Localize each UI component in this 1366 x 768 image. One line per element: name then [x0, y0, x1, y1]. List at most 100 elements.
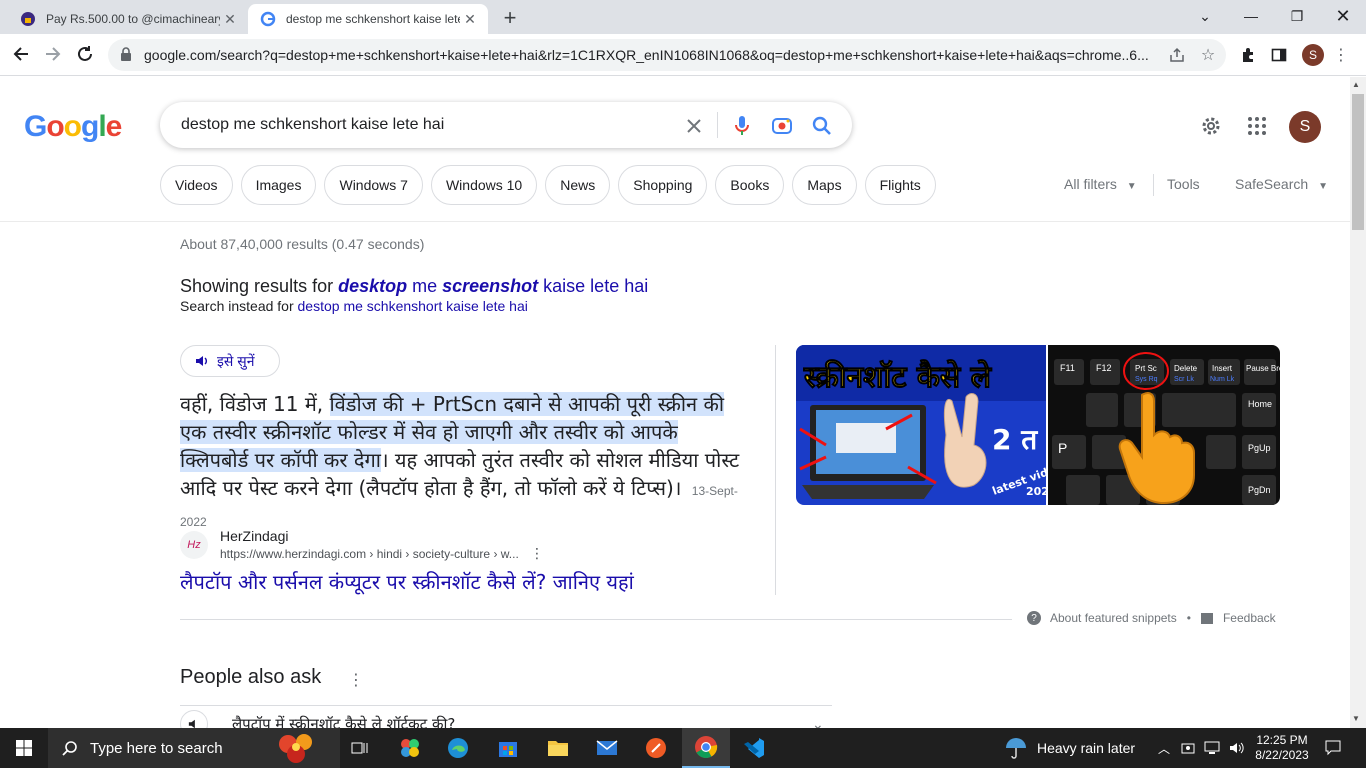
close-window-icon[interactable]: ✕ — [1320, 0, 1366, 32]
clear-search-icon[interactable] — [682, 114, 706, 138]
showing-prefix: Showing results for — [180, 276, 339, 296]
google-logo[interactable]: Google — [24, 110, 122, 144]
corrected-word-2: me — [407, 276, 443, 296]
taskbar-search-placeholder: Type here to search — [90, 739, 223, 757]
about-snippets-link[interactable]: About featured snippets — [1050, 611, 1177, 625]
extensions-icon[interactable] — [1237, 44, 1259, 66]
result-title-link[interactable]: लैपटॉप और पर्सनल कंप्यूटर पर स्क्रीनशॉट … — [180, 568, 634, 595]
chip-flights[interactable]: Flights — [864, 165, 936, 205]
safesearch-button[interactable]: SafeSearch ▼ — [1235, 176, 1328, 192]
restore-icon[interactable]: ❐ — [1274, 0, 1320, 32]
show-hidden-icons-chevron-icon[interactable]: ︿ — [1154, 728, 1174, 768]
clock-time: 12:25 PM — [1256, 733, 1308, 747]
scrollbar-thumb[interactable] — [1352, 94, 1364, 230]
lock-icon[interactable] — [120, 46, 134, 64]
profile-avatar[interactable]: S — [1302, 44, 1324, 66]
key-pgdn: PgDn — [1248, 485, 1271, 495]
back-icon[interactable] — [6, 39, 36, 69]
header-divider — [0, 221, 1350, 222]
listen-label: इसे सुनें — [217, 352, 255, 369]
chrome-taskbar-icon[interactable] — [682, 728, 730, 768]
safesearch-label: SafeSearch — [1235, 176, 1309, 192]
chip-windows-10[interactable]: Windows 10 — [430, 165, 538, 205]
lens-search-icon[interactable] — [770, 114, 794, 138]
help-icon: ? — [1027, 611, 1041, 625]
search-highlight-flowers-icon — [279, 734, 312, 763]
apps-grid-icon[interactable] — [1245, 114, 1269, 138]
corrected-query-link[interactable]: desktop me screenshot kaise lete hai — [338, 276, 648, 296]
dropdown-caret-icon: ▼ — [1318, 181, 1328, 192]
result-more-options-icon[interactable]: ⋮ — [530, 545, 544, 562]
close-tab-icon[interactable]: ✕ — [220, 9, 240, 29]
side-panel-icon[interactable] — [1268, 44, 1290, 66]
new-tab-icon[interactable]: + — [496, 5, 524, 30]
chip-windows-7[interactable]: Windows 7 — [324, 165, 423, 205]
clock-date: 8/22/2023 — [1255, 748, 1309, 762]
windows-start-icon[interactable] — [0, 728, 48, 768]
search-icon[interactable] — [810, 114, 834, 138]
listen-button[interactable]: इसे सुनें — [180, 345, 280, 377]
account-avatar[interactable]: S — [1289, 111, 1321, 143]
chip-shopping[interactable]: Shopping — [618, 165, 708, 205]
forward-icon[interactable] — [38, 39, 68, 69]
share-icon[interactable] — [1166, 44, 1188, 66]
voice-search-icon[interactable] — [730, 114, 754, 138]
weather-widget[interactable]: Heavy rain later — [1004, 728, 1144, 768]
umbrella-rain-icon — [1006, 738, 1026, 759]
all-filters-button[interactable]: All filters ▼ — [1064, 176, 1137, 192]
snippet-divider — [775, 345, 776, 595]
tab-strip: Pay Rs.500.00 to @cimachineary ✕ destop … — [0, 0, 1366, 34]
tab-google-search[interactable]: destop me schkenshort kaise lete ✕ — [248, 4, 488, 34]
key-prtsc: Prt Sc — [1135, 364, 1157, 373]
key-insert: Insert — [1212, 364, 1233, 373]
image-big-text: 2 त — [992, 423, 1038, 456]
key-scrlk: Scr Lk — [1174, 376, 1194, 383]
scroll-up-icon[interactable]: ▲ — [1352, 80, 1360, 89]
spelling-correction: Showing results for desktop me screensho… — [180, 276, 648, 297]
chip-maps[interactable]: Maps — [792, 165, 857, 205]
postman-app-icon[interactable] — [636, 728, 676, 768]
edge-browser-icon[interactable] — [438, 728, 478, 768]
microsoft-store-icon[interactable] — [488, 728, 528, 768]
source-favicon: Hz — [180, 531, 208, 559]
tab-payment[interactable]: Pay Rs.500.00 to @cimachineary ✕ — [8, 4, 248, 34]
search-instead: Search instead for destop me schkenshort… — [180, 298, 528, 314]
people-also-ask-heading: People also ask — [180, 666, 322, 688]
widgets-app-icon[interactable] — [390, 728, 430, 768]
tools-button[interactable]: Tools — [1167, 176, 1200, 192]
system-clock[interactable]: 12:25 PM 8/22/2023 — [1250, 728, 1314, 768]
key-f12: F12 — [1096, 363, 1112, 373]
chip-videos[interactable]: Videos — [160, 165, 233, 205]
paa-more-icon[interactable]: ⋮ — [348, 670, 364, 690]
search-filter-chips: Videos Images Windows 7 Windows 10 News … — [160, 165, 936, 205]
feedback-link[interactable]: Feedback — [1223, 611, 1276, 625]
chip-books[interactable]: Books — [715, 165, 785, 205]
search-box[interactable]: destop me schkenshort kaise lete hai — [160, 102, 852, 148]
minimize-icon[interactable]: — — [1228, 0, 1274, 32]
close-tab-icon[interactable]: ✕ — [460, 9, 480, 29]
scroll-down-icon[interactable]: ▼ — [1352, 714, 1360, 723]
search-instead-link[interactable]: destop me schkenshort kaise lete hai — [298, 298, 528, 314]
bookmark-star-icon[interactable]: ☆ — [1197, 44, 1219, 66]
settings-gear-icon[interactable] — [1199, 114, 1223, 138]
taskbar-search-icon — [62, 741, 77, 756]
address-bar[interactable]: google.com/search?q=destop+me+schkenshor… — [108, 39, 1226, 71]
meet-now-icon[interactable] — [1178, 728, 1198, 768]
search-input[interactable]: destop me schkenshort kaise lete hai — [181, 116, 681, 134]
vscode-icon[interactable] — [734, 728, 774, 768]
notifications-icon[interactable] — [1320, 728, 1346, 768]
search-divider — [717, 112, 718, 138]
volume-icon[interactable] — [1226, 728, 1248, 768]
network-icon[interactable] — [1202, 728, 1222, 768]
taskbar-search-box[interactable]: Type here to search — [48, 728, 340, 768]
featured-snippet-image[interactable]: 2 त latest vid 202 स्क्रीनशॉट कैसे ले F1… — [796, 345, 1280, 505]
chip-news[interactable]: News — [545, 165, 611, 205]
task-view-icon[interactable] — [340, 728, 380, 768]
reload-icon[interactable] — [70, 39, 100, 69]
file-explorer-icon[interactable] — [538, 728, 578, 768]
mail-icon[interactable] — [587, 728, 627, 768]
dropdown-caret-icon: ▼ — [1126, 181, 1137, 192]
chip-images[interactable]: Images — [240, 165, 317, 205]
tab-search-chevron-icon[interactable]: ⌄ — [1182, 0, 1228, 32]
more-menu-icon[interactable]: ⋮ — [1330, 44, 1352, 66]
